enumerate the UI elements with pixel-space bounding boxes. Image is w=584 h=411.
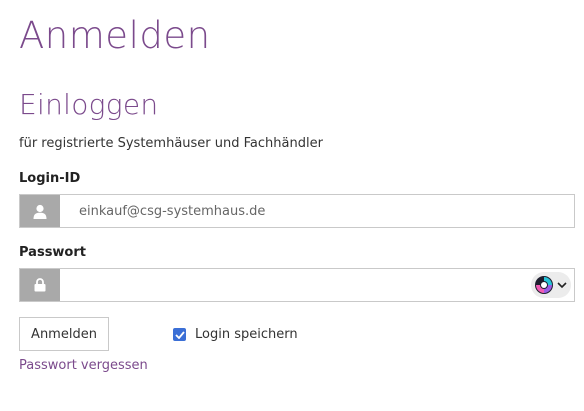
login-subtitle: für registrierte Systemhäuser und Fachhä… <box>19 136 323 151</box>
login-id-value[interactable]: einkauf@csg-systemhaus.de <box>60 204 265 219</box>
password-manager-button[interactable] <box>531 272 571 298</box>
login-id-label: Login-ID <box>19 171 81 186</box>
checkmark-icon[interactable] <box>173 328 186 341</box>
user-icon <box>20 195 60 227</box>
login-id-field[interactable]: einkauf@csg-systemhaus.de <box>19 194 575 228</box>
remember-login-label: Login speichern <box>195 327 298 342</box>
password-field[interactable] <box>19 268 575 302</box>
login-heading: Einloggen <box>19 88 159 121</box>
login-submit-button[interactable]: Anmelden <box>19 317 109 351</box>
lock-icon <box>20 269 60 301</box>
remember-login-checkbox[interactable]: Login speichern <box>173 327 298 342</box>
password-label: Passwort <box>19 245 86 260</box>
chevron-down-icon <box>557 281 567 289</box>
page-title: Anmelden <box>19 14 211 57</box>
password-manager-icon <box>534 275 554 295</box>
forgot-password-link[interactable]: Passwort vergessen <box>19 358 148 373</box>
